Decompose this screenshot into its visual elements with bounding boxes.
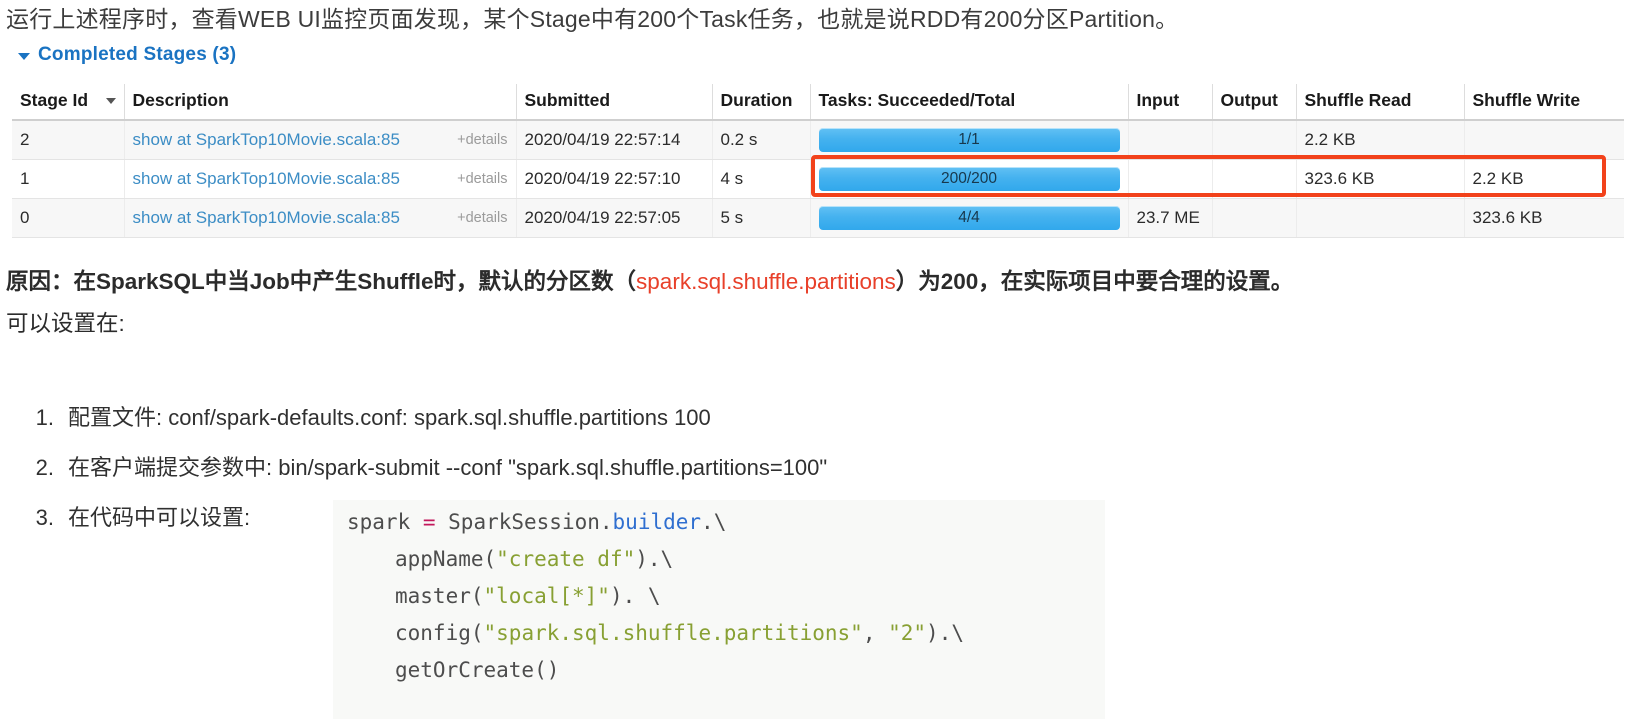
task-progress-bar: 4/4 xyxy=(818,206,1120,230)
triangle-down-icon[interactable] xyxy=(18,53,30,60)
cell-tasks: 200/200 xyxy=(810,159,1129,199)
cell-stage-id: 0 xyxy=(12,198,125,238)
code-continuation: ).\ xyxy=(635,547,674,571)
column-header-description[interactable]: Description xyxy=(124,84,517,121)
list-item-number: 3. xyxy=(35,505,54,530)
stage-description-link[interactable]: show at SparkTop10Movie.scala:85 xyxy=(133,130,400,149)
code-object: SparkSession. xyxy=(435,510,613,534)
cell-tasks: 1/1 xyxy=(810,120,1129,160)
cell-output xyxy=(1212,159,1297,199)
list-item-text: 配置文件: conf/spark-defaults.conf: spark.sq… xyxy=(68,405,711,430)
code-continuation: ).\ xyxy=(926,621,964,645)
table-row: 2 show at SparkTop10Movie.scala:85 +deta… xyxy=(12,120,1624,160)
code-string: "create df" xyxy=(496,547,636,571)
code-method: master( xyxy=(395,584,484,608)
column-header-shuffle-write[interactable]: Shuffle Write xyxy=(1464,84,1624,121)
details-toggle[interactable]: +details xyxy=(457,171,507,187)
cell-input: 23.7 ME xyxy=(1128,198,1213,238)
code-continuation: .\ xyxy=(701,510,727,534)
cell-submitted: 2020/04/19 22:57:05 xyxy=(516,198,713,238)
code-variable: spark xyxy=(347,510,423,534)
cell-description: show at SparkTop10Movie.scala:85 +detail… xyxy=(124,198,517,238)
cell-submitted: 2020/04/19 22:57:14 xyxy=(516,120,713,160)
column-header-stage-id[interactable]: Stage Id xyxy=(12,84,125,121)
code-continuation: ). \ xyxy=(609,584,661,608)
cell-input xyxy=(1128,120,1213,160)
code-snippet-block: spark = SparkSession.builder.\ appName("… xyxy=(333,500,1105,719)
details-toggle[interactable]: +details xyxy=(457,210,507,226)
column-header-shuffle-read[interactable]: Shuffle Read xyxy=(1296,84,1465,121)
task-progress-bar: 1/1 xyxy=(818,128,1120,152)
code-line-1: spark = SparkSession.builder.\ xyxy=(333,504,1105,541)
reason-paragraph: 原因：在SparkSQL中当Job中产生Shuffle时，默认的分区数（spar… xyxy=(6,263,1293,301)
code-string: "local[*]" xyxy=(483,584,610,608)
list-item: 1. 配置文件: conf/spark-defaults.conf: spark.… xyxy=(18,398,827,448)
cell-duration: 0.2 s xyxy=(712,120,811,160)
intro-paragraph: 运行上述程序时，查看WEB UI监控页面发现，某个Stage中有200个Task… xyxy=(6,6,1179,32)
stage-description-link[interactable]: show at SparkTop10Movie.scala:85 xyxy=(133,169,400,188)
column-header-duration[interactable]: Duration xyxy=(712,84,811,121)
task-progress-label: 1/1 xyxy=(958,131,980,148)
cell-shuffle-write: 2.2 KB xyxy=(1464,159,1624,199)
cell-description: show at SparkTop10Movie.scala:85 +detail… xyxy=(124,159,517,199)
completed-stages-table: Stage Id Description Submitted Duration … xyxy=(12,84,1624,238)
reason-config-key: spark.sql.shuffle.partitions xyxy=(636,269,896,294)
cell-shuffle-read: 323.6 KB xyxy=(1296,159,1465,199)
column-header-submitted[interactable]: Submitted xyxy=(516,84,713,121)
list-item-number: 2. xyxy=(35,455,54,480)
code-operator: = xyxy=(422,510,436,534)
table-header-row: Stage Id Description Submitted Duration … xyxy=(12,84,1624,121)
column-header-input[interactable]: Input xyxy=(1128,84,1213,121)
list-item-text: 在客户端提交参数中: bin/spark-submit --conf "spar… xyxy=(68,455,828,480)
code-attribute: builder xyxy=(612,510,702,534)
cell-tasks: 4/4 xyxy=(810,198,1129,238)
code-method: appName( xyxy=(395,547,497,571)
task-progress-bar: 200/200 xyxy=(818,167,1120,191)
code-method: getOrCreate() xyxy=(395,658,560,682)
reason-suffix: ）为200，在实际项目中要合理的设置。 xyxy=(895,269,1294,294)
cell-input xyxy=(1128,159,1213,199)
completed-stages-title: Completed Stages (3) xyxy=(38,44,237,65)
table-row: 0 show at SparkTop10Movie.scala:85 +deta… xyxy=(12,198,1624,238)
cell-stage-id: 2 xyxy=(12,120,125,160)
code-line-3: master("local[*]"). \ xyxy=(333,578,1105,615)
code-comma: , xyxy=(862,621,889,645)
list-item: 2. 在客户端提交参数中: bin/spark-submit --conf "sp… xyxy=(18,448,828,498)
code-method: config( xyxy=(395,621,484,645)
code-line-4: config("spark.sql.shuffle.partitions", "… xyxy=(333,615,1105,652)
cell-duration: 4 s xyxy=(712,159,811,199)
column-header-output[interactable]: Output xyxy=(1212,84,1297,121)
completed-stages-header[interactable]: Completed Stages (3) xyxy=(18,44,236,66)
cell-shuffle-read xyxy=(1296,198,1465,238)
table-row: 1 show at SparkTop10Movie.scala:85 +deta… xyxy=(12,159,1624,199)
cell-output xyxy=(1212,120,1297,160)
cell-shuffle-read: 2.2 KB xyxy=(1296,120,1465,160)
cell-duration: 5 s xyxy=(712,198,811,238)
list-item-text: 在代码中可以设置: xyxy=(68,505,251,530)
code-line-2: appName("create df").\ xyxy=(333,541,1105,578)
code-line-5: getOrCreate() xyxy=(333,652,1105,689)
task-progress-label: 4/4 xyxy=(958,209,980,226)
cell-shuffle-write xyxy=(1464,120,1624,160)
reason-second-line: 可以设置在: xyxy=(6,311,125,336)
column-header-tasks[interactable]: Tasks: Succeeded/Total xyxy=(810,84,1129,121)
code-string: "spark.sql.shuffle.partitions" xyxy=(483,621,863,645)
reason-prefix: 原因：在SparkSQL中当Job中产生Shuffle时，默认的分区数（ xyxy=(6,269,637,294)
task-progress-label: 200/200 xyxy=(940,170,998,187)
cell-output xyxy=(1212,198,1297,238)
cell-description: show at SparkTop10Movie.scala:85 +detail… xyxy=(124,120,517,160)
sort-desc-icon[interactable] xyxy=(106,98,117,105)
completed-stages-table-wrapper: Stage Id Description Submitted Duration … xyxy=(12,84,1624,238)
list-item-number: 1. xyxy=(35,405,54,430)
cell-stage-id: 1 xyxy=(12,159,125,199)
cell-shuffle-write: 323.6 KB xyxy=(1464,198,1624,238)
code-string: "2" xyxy=(888,621,927,645)
stage-description-link[interactable]: show at SparkTop10Movie.scala:85 xyxy=(133,208,400,227)
details-toggle[interactable]: +details xyxy=(457,132,507,148)
cell-submitted: 2020/04/19 22:57:10 xyxy=(516,159,713,199)
